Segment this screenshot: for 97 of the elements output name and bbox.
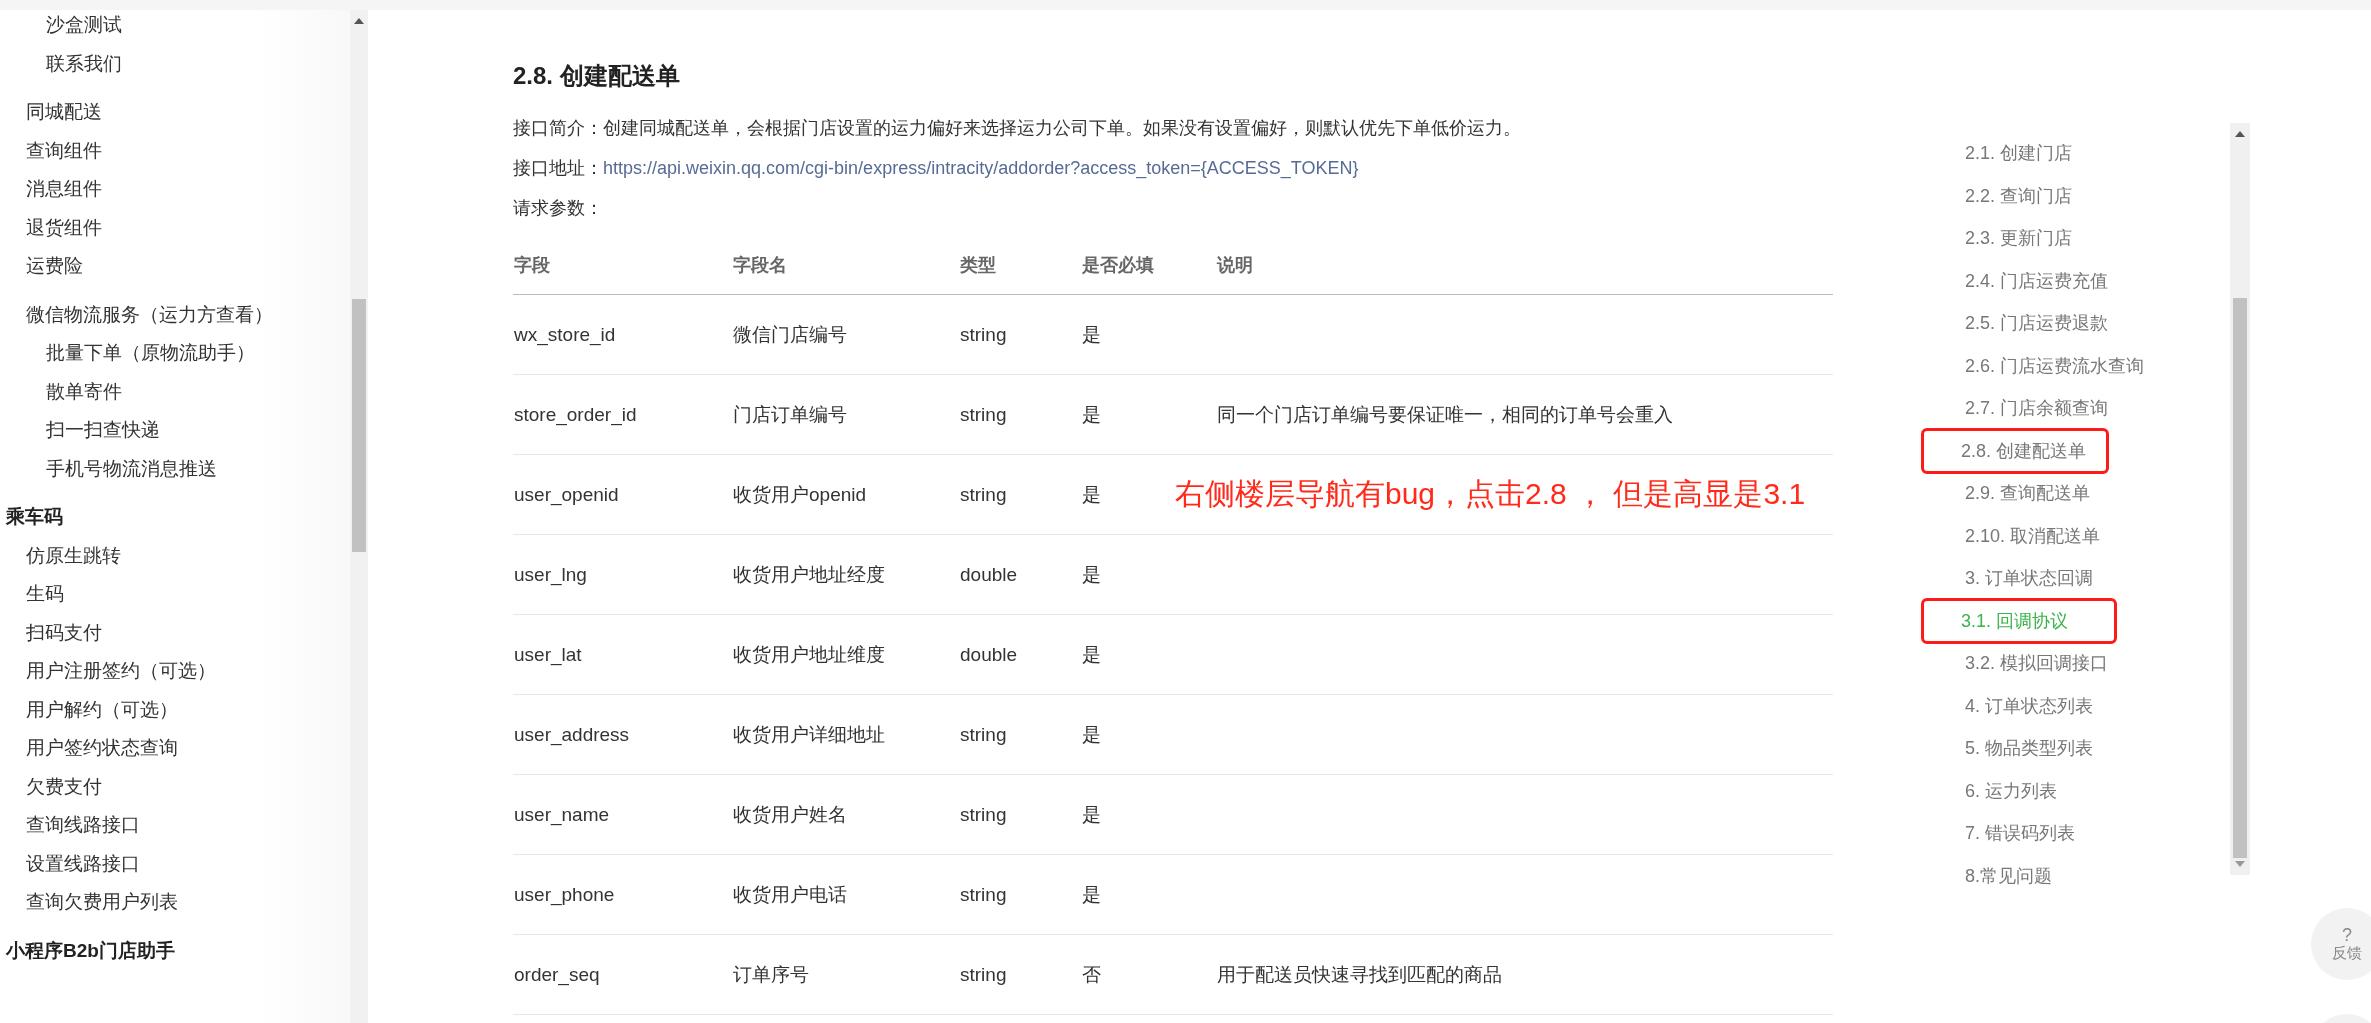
table-cell: 是 (1081, 374, 1216, 455)
sidebar-item[interactable]: 微信物流服务（运力方查看） (26, 295, 350, 334)
sidebar-item[interactable]: 欠费支付 (26, 767, 350, 806)
sidebar-item[interactable]: 退货组件 (26, 208, 350, 247)
field-label: 接口简介： (513, 118, 603, 138)
nav-link[interactable]: 3. 订单状态回调 (1944, 557, 2093, 600)
sidebar-item[interactable]: 查询欠费用户列表 (26, 883, 350, 922)
nav-link[interactable]: 8.常见问题 (1944, 854, 2052, 897)
nav-link[interactable]: 2.7. 门店余额查询 (1944, 387, 2109, 430)
table-cell: string (959, 854, 1081, 935)
table-cell: 同一个门店订单编号要保证唯一，相同的订单号会重入 (1216, 374, 1833, 455)
nav-link[interactable]: 2.3. 更新门店 (1944, 217, 2073, 260)
intro-text: 创建同城配送单，会根据门店设置的运力偏好来选择运力公司下单。如果没有设置偏好，则默认优先下单低价运力。 (603, 118, 1521, 138)
scroll-down-icon[interactable] (2235, 861, 2245, 867)
field-label: 接口地址： (513, 158, 603, 178)
table-cell: 订单序号 (732, 934, 959, 1015)
table-cell: store_order_id (513, 374, 732, 455)
table-cell: wx_store_id (513, 294, 732, 375)
sidebar-item[interactable]: 扫一扫查快递 (46, 411, 350, 450)
params-label: 请求参数： (513, 197, 604, 220)
sidebar-item[interactable]: 查询线路接口 (26, 806, 350, 845)
table-cell: 收货用户地址维度 (732, 614, 959, 695)
sidebar-item[interactable]: 消息组件 (26, 170, 350, 209)
table-cell: string (959, 374, 1081, 455)
column-header: 字段 (513, 236, 732, 295)
sidebar-heading[interactable]: 乘车码 (0, 498, 350, 537)
sidebar-item[interactable]: 联系我们 (46, 44, 350, 83)
sidebar-item[interactable]: 运费险 (26, 247, 350, 286)
sidebar-item[interactable]: 设置线路接口 (26, 844, 350, 883)
table-cell: 否 (1081, 934, 1216, 1015)
nav-link[interactable]: 2.6. 门店运费流水查询 (1944, 344, 2145, 387)
table-cell: user_address (513, 694, 732, 775)
table-cell: 收货用户openid (732, 454, 959, 535)
sidebar-item[interactable]: 仿原生跳转 (26, 536, 350, 575)
table-cell: string (959, 454, 1081, 535)
table-cell: 门店订单编号 (732, 374, 959, 455)
table-cell: string (959, 774, 1081, 855)
table-cell: 是 (1081, 614, 1216, 695)
table-cell: user_openid (513, 454, 732, 535)
sidebar-item[interactable]: 生码 (26, 575, 350, 614)
table-cell: order_seq (513, 934, 732, 1015)
sidebar-item[interactable]: 用户解约（可选） (26, 690, 350, 729)
table-cell: 微信门店编号 (732, 294, 959, 375)
sidebar-item[interactable]: 查询组件 (26, 131, 350, 170)
nav-link[interactable]: 6. 运力列表 (1944, 769, 2057, 812)
table-cell: double (959, 614, 1081, 695)
sidebar-item[interactable]: 扫码支付 (26, 613, 350, 652)
column-header: 说明 (1216, 236, 1833, 295)
scroll-up-icon[interactable] (354, 18, 364, 24)
table-cell: 收货用户电话 (732, 854, 959, 935)
sidebar-heading[interactable]: 小程序B2b门店助手 (0, 931, 350, 970)
table-cell: 用于配送员快速寻找到匹配的商品 (1216, 934, 1833, 1015)
sidebar-item[interactable]: 同城配送 (26, 93, 350, 132)
nav-link[interactable]: 2.10. 取消配送单 (1944, 514, 2101, 557)
table-cell: 是 (1081, 774, 1216, 855)
table-cell: user_lng (513, 534, 732, 615)
sidebar-item[interactable]: 用户签约状态查询 (26, 729, 350, 768)
table-cell: 收货用户详细地址 (732, 694, 959, 775)
nav-link[interactable]: 2.9. 查询配送单 (1944, 472, 2091, 515)
table-cell: user_name (513, 774, 732, 855)
nav-link[interactable]: 7. 错误码列表 (1944, 812, 2075, 855)
column-header: 字段名 (732, 236, 959, 295)
column-header: 是否必填 (1081, 236, 1216, 295)
sidebar-item[interactable]: 散单寄件 (46, 372, 350, 411)
table-cell: 是 (1081, 694, 1216, 775)
sidebar-item[interactable]: 批量下单（原物流助手） (46, 334, 350, 373)
column-header: 类型 (959, 236, 1081, 295)
table-cell: string (959, 294, 1081, 375)
sidebar-item[interactable]: 用户注册签约（可选） (26, 652, 350, 691)
scrollbar[interactable] (2230, 123, 2250, 875)
sidebar-item[interactable]: 沙盒测试 (46, 6, 350, 45)
nav-link[interactable]: 5. 物品类型列表 (1944, 727, 2093, 770)
scroll-up-icon[interactable] (2235, 131, 2245, 137)
table-cell: 是 (1081, 534, 1216, 615)
nav-link[interactable]: 2.2. 查询门店 (1944, 174, 2073, 217)
nav-link[interactable]: 2.1. 创建门店 (1944, 132, 2073, 175)
table-cell: string (959, 694, 1081, 775)
nav-link[interactable]: 2.5. 门店运费退款 (1944, 302, 2109, 345)
nav-link[interactable]: 4. 订单状态列表 (1944, 684, 2093, 727)
table-cell: user_lat (513, 614, 732, 695)
annotation-text: 右侧楼层导航有bug，点击2.8 ， 但是高显是3.1 (1175, 476, 1806, 512)
scrollbar-thumb[interactable] (2233, 298, 2247, 858)
table-cell: 是 (1081, 854, 1216, 935)
nav-link[interactable]: 3.2. 模拟回调接口 (1944, 642, 2109, 685)
api-link[interactable]: https://api.weixin.qq.com/cgi-bin/express/intracity/addorder?access_token={ACCESS_TOKEN} (603, 158, 1359, 178)
table-cell: string (959, 934, 1081, 1015)
table-cell: double (959, 534, 1081, 615)
nav-link[interactable]: 2.8. 创建配送单 (1923, 429, 2107, 472)
table-cell: 收货用户地址经度 (732, 534, 959, 615)
table-cell: 是 (1081, 294, 1216, 375)
section-title: 2.8. 创建配送单 (513, 61, 681, 91)
nav-link[interactable]: 2.4. 门店运费充值 (1944, 259, 2109, 302)
table-cell: user_phone (513, 854, 732, 935)
sidebar-item[interactable]: 手机号物流消息推送 (46, 449, 350, 488)
scrollbar[interactable] (350, 10, 368, 1023)
scrollbar-thumb[interactable] (352, 299, 366, 552)
table-cell: 收货用户姓名 (732, 774, 959, 855)
